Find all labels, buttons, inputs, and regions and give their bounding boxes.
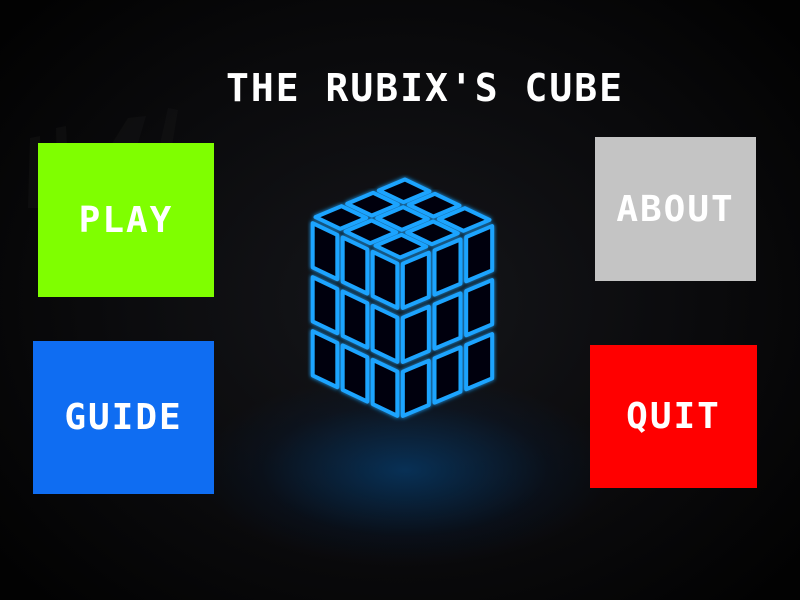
- cube-left-facelet: [340, 343, 370, 404]
- cube-left-facelet: [370, 357, 400, 418]
- cube-right-facelet: [464, 224, 495, 284]
- rubiks-cube-illustration: [310, 177, 495, 418]
- play-button[interactable]: PLAY: [38, 143, 214, 297]
- cube-right-facelet: [400, 358, 431, 418]
- about-button-label: ABOUT: [616, 188, 735, 230]
- cube-left-facelet: [340, 289, 370, 350]
- cube-right-facelet: [464, 332, 495, 392]
- cube-right-facelet: [432, 291, 463, 351]
- cube-right-facelet: [400, 250, 431, 310]
- cube-right-facelet: [464, 278, 495, 338]
- guide-button-label: GUIDE: [64, 397, 183, 438]
- cube-left-facelet: [370, 303, 400, 364]
- cube-left-facelet: [340, 235, 370, 296]
- play-button-label: PLAY: [78, 199, 174, 241]
- cube-right-facelet: [400, 304, 431, 364]
- cube-left-facelet: [310, 275, 340, 336]
- cube-right-facelet: [432, 237, 463, 297]
- cube-left-facelet: [370, 249, 400, 310]
- main-menu-screen: THE RUBIX'S CUBE PLAY GUIDE ABOUT QUIT: [0, 0, 800, 600]
- quit-button[interactable]: QUIT: [590, 345, 757, 488]
- cube-left-facelet: [310, 221, 340, 282]
- quit-button-label: QUIT: [626, 396, 721, 437]
- cube-right-facelet: [432, 345, 463, 405]
- about-button[interactable]: ABOUT: [595, 137, 756, 281]
- guide-button[interactable]: GUIDE: [33, 341, 214, 494]
- cube-left-facelet: [310, 329, 340, 390]
- game-title: THE RUBIX'S CUBE: [225, 66, 625, 110]
